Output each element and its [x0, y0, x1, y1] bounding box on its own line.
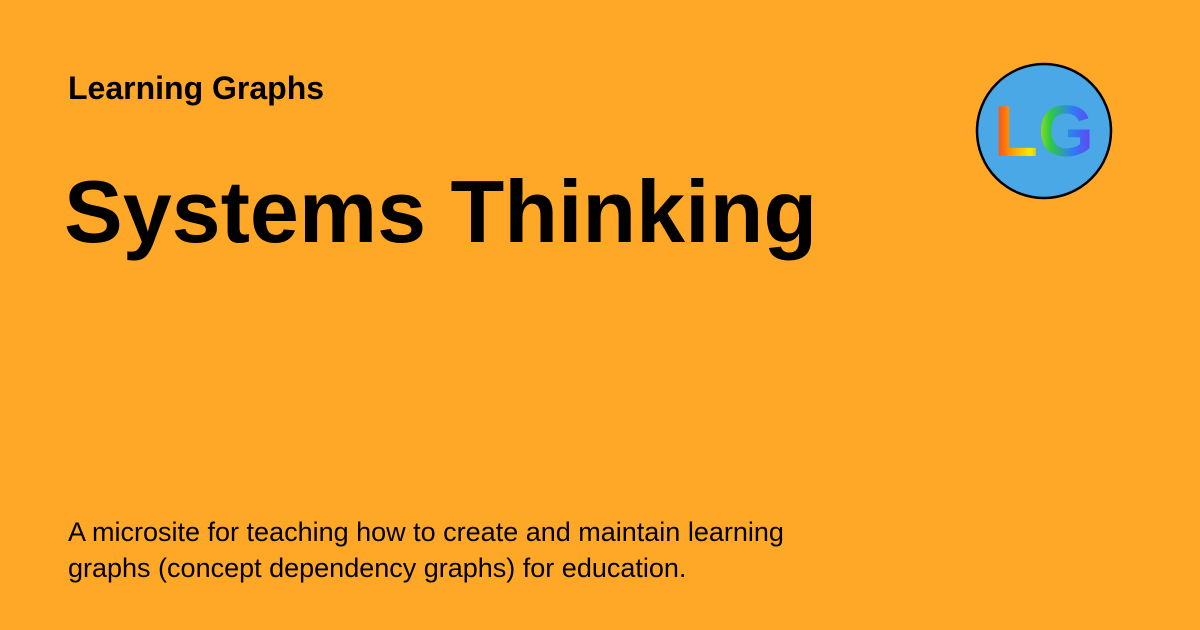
site-description: A microsite for teaching how to create a… [68, 517, 784, 583]
logo-icon: LG [975, 62, 1113, 200]
page-title: Systems Thinking [64, 162, 818, 261]
logo-text: LG [994, 92, 1094, 172]
social-card: Learning Graphs Systems Thinking A micro… [0, 0, 1200, 630]
site-name: Learning Graphs [68, 70, 325, 106]
